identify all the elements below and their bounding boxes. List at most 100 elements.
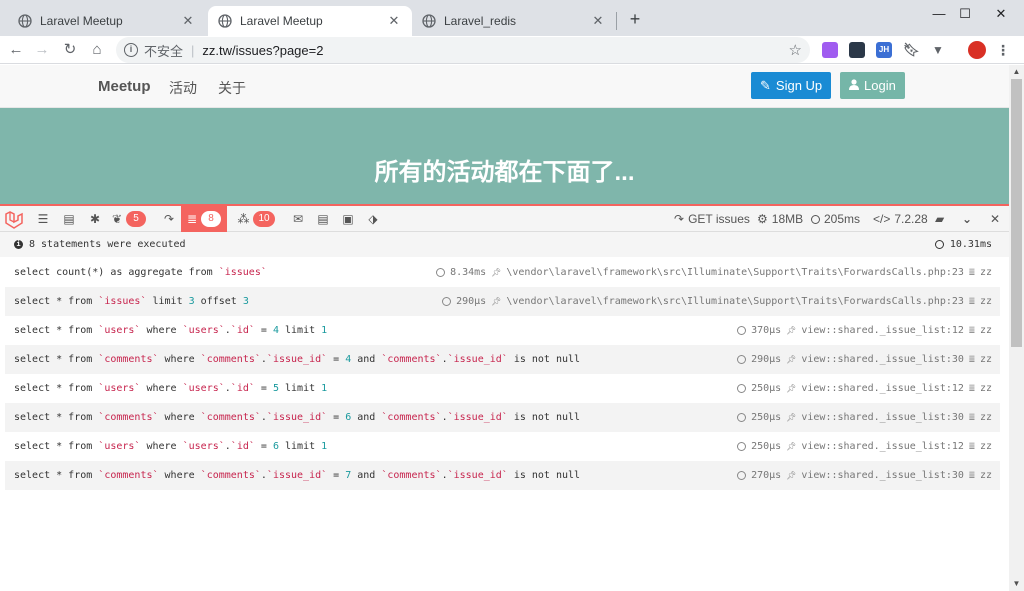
clock-icon <box>442 297 452 306</box>
dark-extension-icon[interactable] <box>849 42 865 58</box>
statement-source[interactable]: view::shared._issue_list:30 <box>801 354 964 365</box>
database-icon: ≣ <box>968 325 975 336</box>
statement-source[interactable]: view::shared._issue_list:12 <box>801 441 964 452</box>
memory-text: 18MB <box>771 212 804 226</box>
models-badge: 10 <box>253 211 275 227</box>
statement-source[interactable]: view::shared._issue_list:30 <box>801 412 964 423</box>
route-indicator[interactable]: ↷ GET issues <box>674 206 750 232</box>
home-icon[interactable]: ⌂ <box>85 38 109 62</box>
brand-link[interactable]: Meetup <box>98 78 151 95</box>
tab-views[interactable]: ❦ 5 <box>106 206 152 232</box>
database-icon: ≣ <box>968 354 975 365</box>
window-close-icon[interactable]: ✕ <box>978 0 1024 30</box>
views-badge: 5 <box>126 211 147 227</box>
statement-row[interactable]: select * from `comments` where `comments… <box>5 345 1000 374</box>
thumbtack-icon: 📌︎ <box>786 471 797 480</box>
browser-tab[interactable]: Laravel_redis ✕ <box>412 6 616 36</box>
statements-count: 8 statements were executed <box>29 239 186 250</box>
purple-extension-icon[interactable] <box>822 42 838 58</box>
exceptions-bug-icon[interactable]: ✱ <box>82 206 108 232</box>
thumbtack-icon: 📌︎ <box>491 268 502 277</box>
url-text[interactable]: zz.tw/issues?page=2 <box>202 43 323 58</box>
request-icon[interactable]: ▤ <box>311 206 335 232</box>
timeline-icon[interactable]: ▤ <box>56 206 82 232</box>
close-icon[interactable]: ✕ <box>590 13 606 29</box>
statement-source[interactable]: view::shared._issue_list:12 <box>801 383 964 394</box>
statement-meta: 250μs 📌︎ view::shared._issue_list:12 ≣ zz <box>737 441 992 452</box>
clock-icon <box>737 326 747 335</box>
statement-meta: 250μs 📌︎ view::shared._issue_list:30 ≣ zz <box>737 412 992 423</box>
hero-banner: 所有的活动都在下面了... <box>0 108 1009 204</box>
statement-connection: zz <box>979 267 992 278</box>
statement-meta: 270μs 📌︎ view::shared._issue_list:30 ≣ zz <box>737 470 992 481</box>
statement-meta: 290μs 📌︎ view::shared._issue_list:30 ≣ zz <box>737 354 992 365</box>
statement-row[interactable]: select * from `issues` limit 3 offset 3 2… <box>5 287 1000 316</box>
menu-dots-icon[interactable]: ⋮ <box>995 42 1011 58</box>
vue-extension-icon[interactable]: ▼ <box>930 42 946 58</box>
statement-connection: zz <box>979 354 992 365</box>
tab-models[interactable]: ⁂ 10 <box>231 206 281 232</box>
tags-icon[interactable]: ⬗ <box>361 206 385 232</box>
sql-text: select * from `comments` where `comments… <box>14 412 581 423</box>
statement-connection: zz <box>979 383 992 394</box>
clock-icon <box>737 471 747 480</box>
thumbtack-icon: 📌︎ <box>786 384 797 393</box>
route-icon[interactable]: ↷ <box>156 206 182 232</box>
sign-up-button[interactable]: ✎ Sign Up <box>751 72 832 99</box>
tab-divider <box>616 12 617 30</box>
statement-row[interactable]: select * from `comments` where `comments… <box>5 461 1000 490</box>
browser-tab[interactable]: Laravel Meetup ✕ <box>8 6 206 36</box>
close-icon[interactable]: ✕ <box>180 13 196 29</box>
statement-row[interactable]: select count(*) as aggregate from `issue… <box>5 258 1000 287</box>
laravel-logo-icon[interactable] <box>4 210 24 230</box>
address-separator: | <box>191 42 195 58</box>
chevron-down-icon[interactable]: ⌄ <box>962 206 972 232</box>
statement-row[interactable]: select * from `comments` where `comments… <box>5 403 1000 432</box>
nav-link-activities[interactable]: 活动 <box>169 78 197 98</box>
php-indicator: </> 7.2.28 <box>873 206 928 232</box>
statement-source[interactable]: \vendor\laravel\framework\src\Illuminate… <box>506 296 964 307</box>
folder-icon[interactable]: ▰ <box>935 206 944 232</box>
statement-meta: 290μs 📌︎ \vendor\laravel\framework\src\Ill… <box>442 296 992 307</box>
login-button[interactable]: Login <box>840 72 905 99</box>
time-indicator[interactable]: 205ms <box>811 206 860 232</box>
scroll-up-icon[interactable]: ▲ <box>1009 65 1024 79</box>
browser-tab-active[interactable]: Laravel Meetup ✕ <box>208 6 412 36</box>
messages-icon[interactable]: ☰ <box>30 206 56 232</box>
statement-row[interactable]: select * from `users` where `users`.`id`… <box>5 432 1000 461</box>
scroll-thumb[interactable] <box>1011 79 1022 347</box>
statement-row[interactable]: select * from `users` where `users`.`id`… <box>5 374 1000 403</box>
info-circle-icon: i <box>14 240 23 249</box>
avatar[interactable] <box>968 41 986 59</box>
sign-up-label: Sign Up <box>775 78 823 93</box>
sql-text: select * from `users` where `users`.`id`… <box>14 441 328 452</box>
clock-icon <box>737 355 747 364</box>
queries-summary: i 8 statements were executed 10.31ms <box>0 232 1009 257</box>
statement-source[interactable]: view::shared._issue_list:12 <box>801 325 964 336</box>
mail-icon[interactable]: ✉ <box>286 206 310 232</box>
nav-link-about[interactable]: 关于 <box>218 78 246 98</box>
scroll-down-icon[interactable]: ▼ <box>1009 577 1024 591</box>
info-icon[interactable]: i <box>124 43 138 57</box>
login-label: Login <box>864 78 896 93</box>
tab-queries[interactable]: ≣ 8 <box>181 206 227 232</box>
database-icon: ≣ <box>968 441 975 452</box>
statement-source[interactable]: view::shared._issue_list:30 <box>801 470 964 481</box>
memory-indicator: ⚙ 18MB <box>757 206 803 232</box>
address-bar[interactable]: i 不安全 | zz.tw/issues?page=2 ☆ <box>116 37 810 63</box>
new-tab-button[interactable]: + <box>624 8 646 30</box>
jh-extension-icon[interactable]: JH <box>876 42 892 58</box>
close-debugbar-icon[interactable]: ✕ <box>990 206 1000 232</box>
statement-connection: zz <box>979 441 992 452</box>
archive-icon[interactable]: ▣ <box>336 206 360 232</box>
close-icon[interactable]: ✕ <box>386 13 402 29</box>
reload-icon[interactable]: ↻ <box>58 38 82 62</box>
bookmark-star-icon[interactable]: ☆ <box>789 41 802 59</box>
statement-row[interactable]: select * from `users` where `users`.`id`… <box>5 316 1000 345</box>
thumbtack-icon: 📌︎ <box>786 326 797 335</box>
back-icon[interactable]: ← <box>4 38 28 62</box>
statement-source[interactable]: \vendor\laravel\framework\src\Illuminate… <box>506 267 964 278</box>
bookmark-extension-icon[interactable]: 🔖︎ <box>903 42 920 58</box>
forward-icon[interactable]: → <box>30 38 54 62</box>
page-scrollbar[interactable]: ▲ ▼ <box>1009 65 1024 591</box>
